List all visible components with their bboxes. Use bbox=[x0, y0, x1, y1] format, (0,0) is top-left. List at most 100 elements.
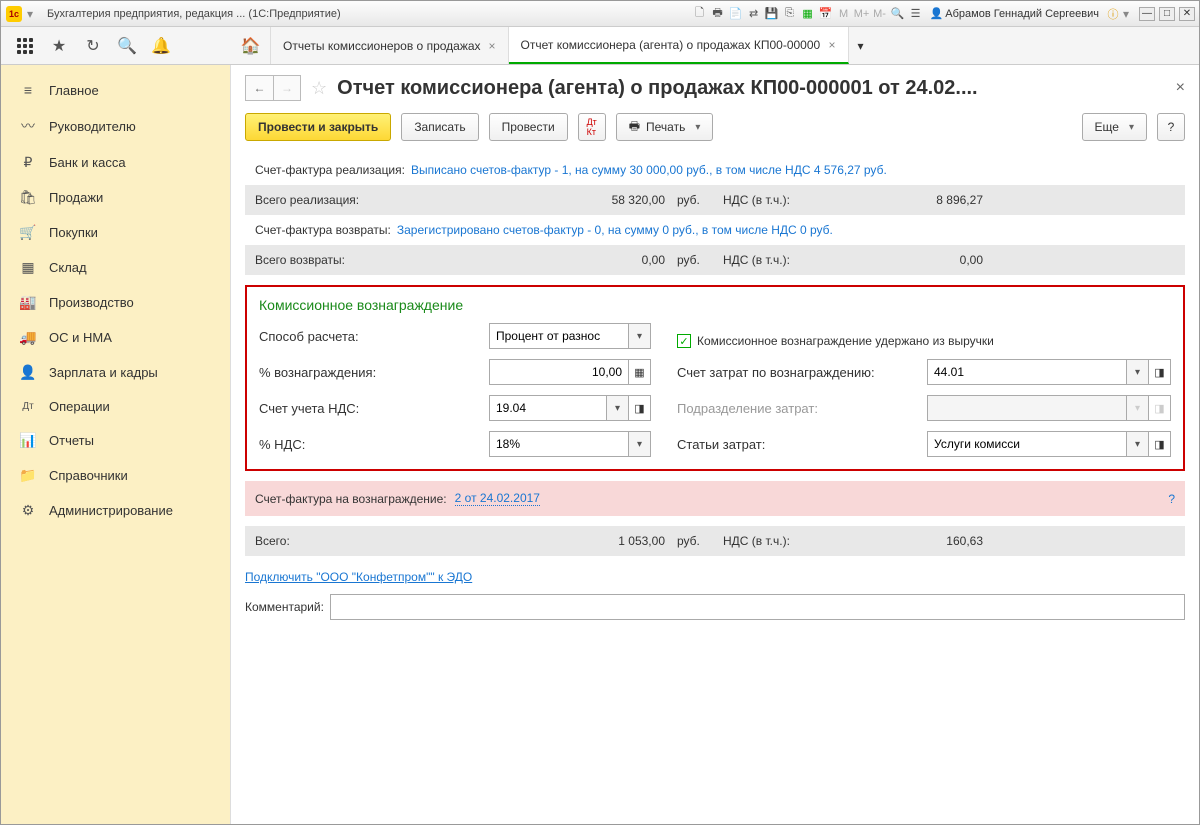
minimize-button[interactable]: — bbox=[1139, 7, 1155, 21]
sidebar-item-warehouse[interactable]: ▦Склад bbox=[1, 250, 230, 285]
boxes-icon: ▦ bbox=[19, 259, 37, 276]
sidebar-item-production[interactable]: 🏭Производство bbox=[1, 285, 230, 320]
bag-icon: 🛍 bbox=[19, 189, 37, 206]
vat-percent-select[interactable] bbox=[489, 431, 629, 457]
calc-icon[interactable]: ▦ bbox=[800, 6, 816, 22]
bars-icon: 📊 bbox=[19, 432, 37, 449]
invoice-realization-link[interactable]: Выписано счетов-фактур - 1, на сумму 30 … bbox=[411, 163, 887, 177]
tab-reports-list[interactable]: Отчеты комиссионеров о продажах × bbox=[271, 27, 509, 64]
app-window: 1c ▾ Бухгалтерия предприятия, редакция .… bbox=[0, 0, 1200, 825]
close-document-button[interactable]: × bbox=[1176, 79, 1185, 97]
current-user[interactable]: 👤 Абрамов Геннадий Сергеевич bbox=[926, 7, 1103, 20]
sidebar-item-manager[interactable]: 〰Руководителю bbox=[1, 107, 230, 145]
sidebar-item-admin[interactable]: ⚙Администрирование bbox=[1, 493, 230, 528]
search-icon[interactable]: 🔍 bbox=[117, 36, 137, 56]
favorite-toggle[interactable]: ☆ bbox=[311, 78, 327, 99]
gear-icon: ⚙ bbox=[19, 502, 37, 519]
save-icon[interactable]: 💾 bbox=[764, 6, 780, 22]
edo-connect-link[interactable]: Подключить "ООО "Конфетпром"" к ЭДО bbox=[245, 570, 472, 584]
cost-account-dropdown[interactable]: ▾ bbox=[1127, 359, 1149, 385]
total-realization-nds: 8 896,27 bbox=[839, 193, 989, 207]
calc-button-icon[interactable]: ▦ bbox=[629, 359, 651, 385]
star-icon[interactable]: ★ bbox=[49, 36, 69, 56]
commission-percent-input[interactable] bbox=[489, 359, 629, 385]
copy-icon[interactable]: ⎘ bbox=[782, 6, 798, 22]
comment-input[interactable] bbox=[330, 594, 1185, 620]
invoice-returns-row: Счет-фактура возвраты: Зарегистрировано … bbox=[245, 215, 1185, 245]
tab-document[interactable]: Отчет комиссионера (агента) о продажах К… bbox=[509, 27, 849, 64]
print-icon[interactable]: 🖶 bbox=[710, 6, 726, 22]
maximize-button[interactable]: □ bbox=[1159, 7, 1175, 21]
cost-account-open-icon[interactable]: ◨ bbox=[1149, 359, 1171, 385]
bell-icon[interactable]: 🔔 bbox=[151, 36, 171, 56]
post-button[interactable]: Провести bbox=[489, 113, 568, 141]
list-icon[interactable]: ☰ bbox=[908, 6, 924, 22]
save-button[interactable]: Записать bbox=[401, 113, 478, 141]
person-icon: 👤 bbox=[19, 364, 37, 381]
zoom-mplus-icon[interactable]: M+ bbox=[854, 6, 870, 22]
fee-invoice-link[interactable]: 2 от 24.02.2017 bbox=[455, 491, 540, 506]
calc-method-dropdown[interactable]: ▾ bbox=[629, 323, 651, 349]
action-bar: Провести и закрыть Записать Провести ДтК… bbox=[245, 113, 1185, 141]
tabs-bar: 🏠 Отчеты комиссионеров о продажах × Отче… bbox=[231, 27, 1199, 64]
file-icon[interactable]: 🗋 bbox=[692, 6, 708, 22]
document-title: Отчет комиссионера (агента) о продажах К… bbox=[337, 77, 1166, 100]
dtkt-button[interactable]: ДтКт bbox=[578, 113, 606, 141]
zoom-icon[interactable]: 🔍 bbox=[890, 6, 906, 22]
folder-icon: 📁 bbox=[19, 467, 37, 484]
app-menu-dropdown[interactable]: ▾ bbox=[27, 7, 39, 21]
sidebar-item-main[interactable]: ≡Главное bbox=[1, 73, 230, 107]
doc-icon[interactable]: 📄 bbox=[728, 6, 744, 22]
cost-item-input[interactable] bbox=[927, 431, 1127, 457]
zoom-mminus-icon[interactable]: M- bbox=[872, 6, 888, 22]
calendar-icon[interactable]: 📅 bbox=[818, 6, 834, 22]
sidebar-item-bank[interactable]: ₽Банк и касса bbox=[1, 145, 230, 180]
sidebar-item-sales[interactable]: 🛍Продажи bbox=[1, 180, 230, 215]
sidebar-item-catalogs[interactable]: 📁Справочники bbox=[1, 458, 230, 493]
tabs-dropdown[interactable]: ▾ bbox=[849, 27, 873, 64]
sidebar-item-reports[interactable]: 📊Отчеты bbox=[1, 423, 230, 458]
home-button[interactable]: 🏠 bbox=[231, 27, 271, 64]
sidebar-item-operations[interactable]: ДтОперации bbox=[1, 390, 230, 423]
sidebar-item-assets[interactable]: 🚚ОС и НМА bbox=[1, 320, 230, 355]
apps-icon[interactable] bbox=[15, 36, 35, 56]
commission-section: Комиссионное вознаграждение Способ расче… bbox=[245, 285, 1185, 471]
nav-back-button[interactable]: ← bbox=[245, 75, 273, 101]
menu-icon: ≡ bbox=[19, 82, 37, 98]
print-button[interactable]: 🖶 Печать bbox=[616, 113, 714, 141]
history-icon[interactable]: ↻ bbox=[83, 36, 103, 56]
grand-total-row: Всего: 1 053,00 руб. НДС (в т.ч.): 160,6… bbox=[245, 526, 1185, 556]
cost-item-dropdown[interactable]: ▾ bbox=[1127, 431, 1149, 457]
post-and-close-button[interactable]: Провести и закрыть bbox=[245, 113, 391, 141]
total-returns-row: Всего возвраты: 0,00 руб. НДС (в т.ч.): … bbox=[245, 245, 1185, 275]
info-dropdown[interactable]: ▾ bbox=[1123, 7, 1135, 21]
vat-account-input[interactable] bbox=[489, 395, 607, 421]
fee-invoice-help[interactable]: ? bbox=[1168, 492, 1175, 506]
sidebar-item-hr[interactable]: 👤Зарплата и кадры bbox=[1, 355, 230, 390]
vat-account-dropdown[interactable]: ▾ bbox=[607, 395, 629, 421]
total-realization-row: Всего реализация: 58 320,00 руб. НДС (в … bbox=[245, 185, 1185, 215]
calc-method-select[interactable] bbox=[489, 323, 629, 349]
close-button[interactable]: ✕ bbox=[1179, 7, 1195, 21]
vat-account-open-icon[interactable]: ◨ bbox=[629, 395, 651, 421]
commission-held-checkbox[interactable]: ✓ bbox=[677, 334, 691, 348]
invoice-returns-link[interactable]: Зарегистрировано счетов-фактур - 0, на с… bbox=[397, 223, 833, 237]
dtkt-icon: Дт bbox=[19, 401, 37, 412]
zoom-m-icon[interactable]: M bbox=[836, 6, 852, 22]
close-tab-1[interactable]: × bbox=[489, 39, 496, 53]
close-tab-2[interactable]: × bbox=[829, 38, 836, 52]
nav-forward-button[interactable]: → bbox=[273, 75, 301, 101]
help-button[interactable]: ? bbox=[1157, 113, 1185, 141]
compare-icon[interactable]: ⇄ bbox=[746, 6, 762, 22]
comment-row: Комментарий: bbox=[245, 594, 1185, 620]
vat-percent-dropdown[interactable]: ▾ bbox=[629, 431, 651, 457]
commission-held-checkbox-row: ✓ Комиссионное вознаграждение удержано и… bbox=[677, 323, 1171, 359]
cost-item-open-icon[interactable]: ◨ bbox=[1149, 431, 1171, 457]
more-button[interactable]: Еще bbox=[1082, 113, 1147, 141]
titlebar: 1c ▾ Бухгалтерия предприятия, редакция .… bbox=[1, 1, 1199, 27]
main-toolbar: ★ ↻ 🔍 🔔 🏠 Отчеты комиссионеров о продажа… bbox=[1, 27, 1199, 65]
cost-account-input[interactable] bbox=[927, 359, 1127, 385]
document-content: ← → ☆ Отчет комиссионера (агента) о прод… bbox=[231, 65, 1199, 824]
sidebar-item-purchases[interactable]: 🛒Покупки bbox=[1, 215, 230, 250]
info-icon[interactable]: ⓘ bbox=[1105, 6, 1121, 22]
